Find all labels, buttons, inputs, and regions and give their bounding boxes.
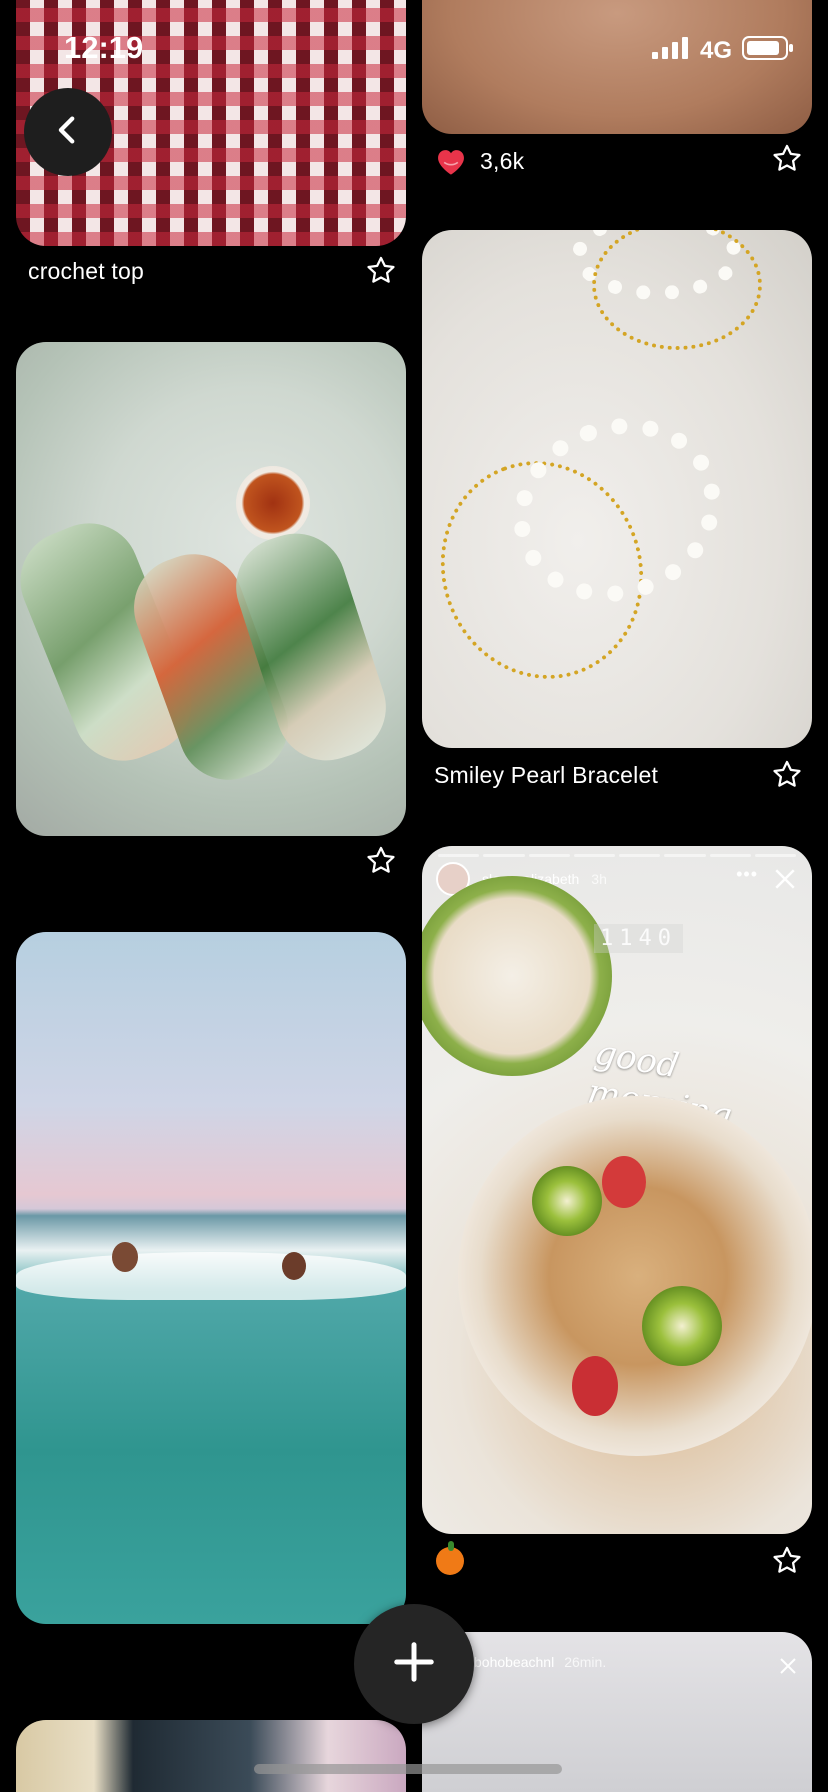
kiwi [642,1286,722,1366]
pin-image-spring-rolls[interactable] [16,342,406,836]
heart-icon[interactable] [434,146,468,176]
close-icon [776,1654,800,1678]
signal-icon [651,37,690,64]
network-type: 4G [699,36,732,64]
add-button[interactable] [354,1604,474,1724]
story-counter: 1140 [594,924,683,953]
strawberry [602,1156,646,1208]
pancake-plate [458,1096,812,1456]
story-header: bohobeachnl 26min. [474,1654,606,1670]
pin-image-beach[interactable] [16,932,406,1624]
kiwi [532,1166,602,1236]
wave-foam [16,1252,406,1300]
story-timestamp: 3h [591,871,607,887]
save-star-icon[interactable] [770,1544,804,1578]
status-time: 12:19 [64,30,144,65]
pin-caption-pearl-bracelet: Smiley Pearl Bracelet [434,762,659,788]
swimmer [282,1252,306,1280]
gold-chain [592,230,762,350]
pin-image-breakfast-story[interactable]: sloaneelizabeth 3h ••• 1140 good morning [422,846,812,1534]
save-star-icon[interactable] [770,758,804,792]
save-star-icon[interactable] [770,142,804,176]
pin-image-pearl-bracelet[interactable] [422,230,812,748]
battery-icon [742,36,794,65]
plus-icon [391,1639,437,1690]
home-indicator[interactable] [254,1764,562,1774]
sauce-bowl [236,466,310,540]
save-star-icon[interactable] [364,844,398,878]
story-timestamp: 26min. [564,1654,607,1670]
pin-caption-crochet-top: crochet top [28,258,144,284]
story-progress [438,854,796,857]
strawberry [572,1356,618,1416]
status-indicators: 4G [651,36,794,65]
story-username: bohobeachnl [474,1654,555,1670]
save-star-icon[interactable] [364,254,398,288]
likes-count: 3,6k [480,148,525,174]
more-options-icon: ••• [736,864,758,884]
matcha-mug [422,876,612,1076]
back-button[interactable] [24,88,112,176]
close-icon [770,864,800,894]
chevron-left-icon [51,113,85,152]
orange-emoji-icon [436,1541,464,1575]
pin-image-bottom-left[interactable] [16,1720,406,1792]
pin-image-skin[interactable] [422,0,812,134]
swimmer [112,1242,138,1272]
